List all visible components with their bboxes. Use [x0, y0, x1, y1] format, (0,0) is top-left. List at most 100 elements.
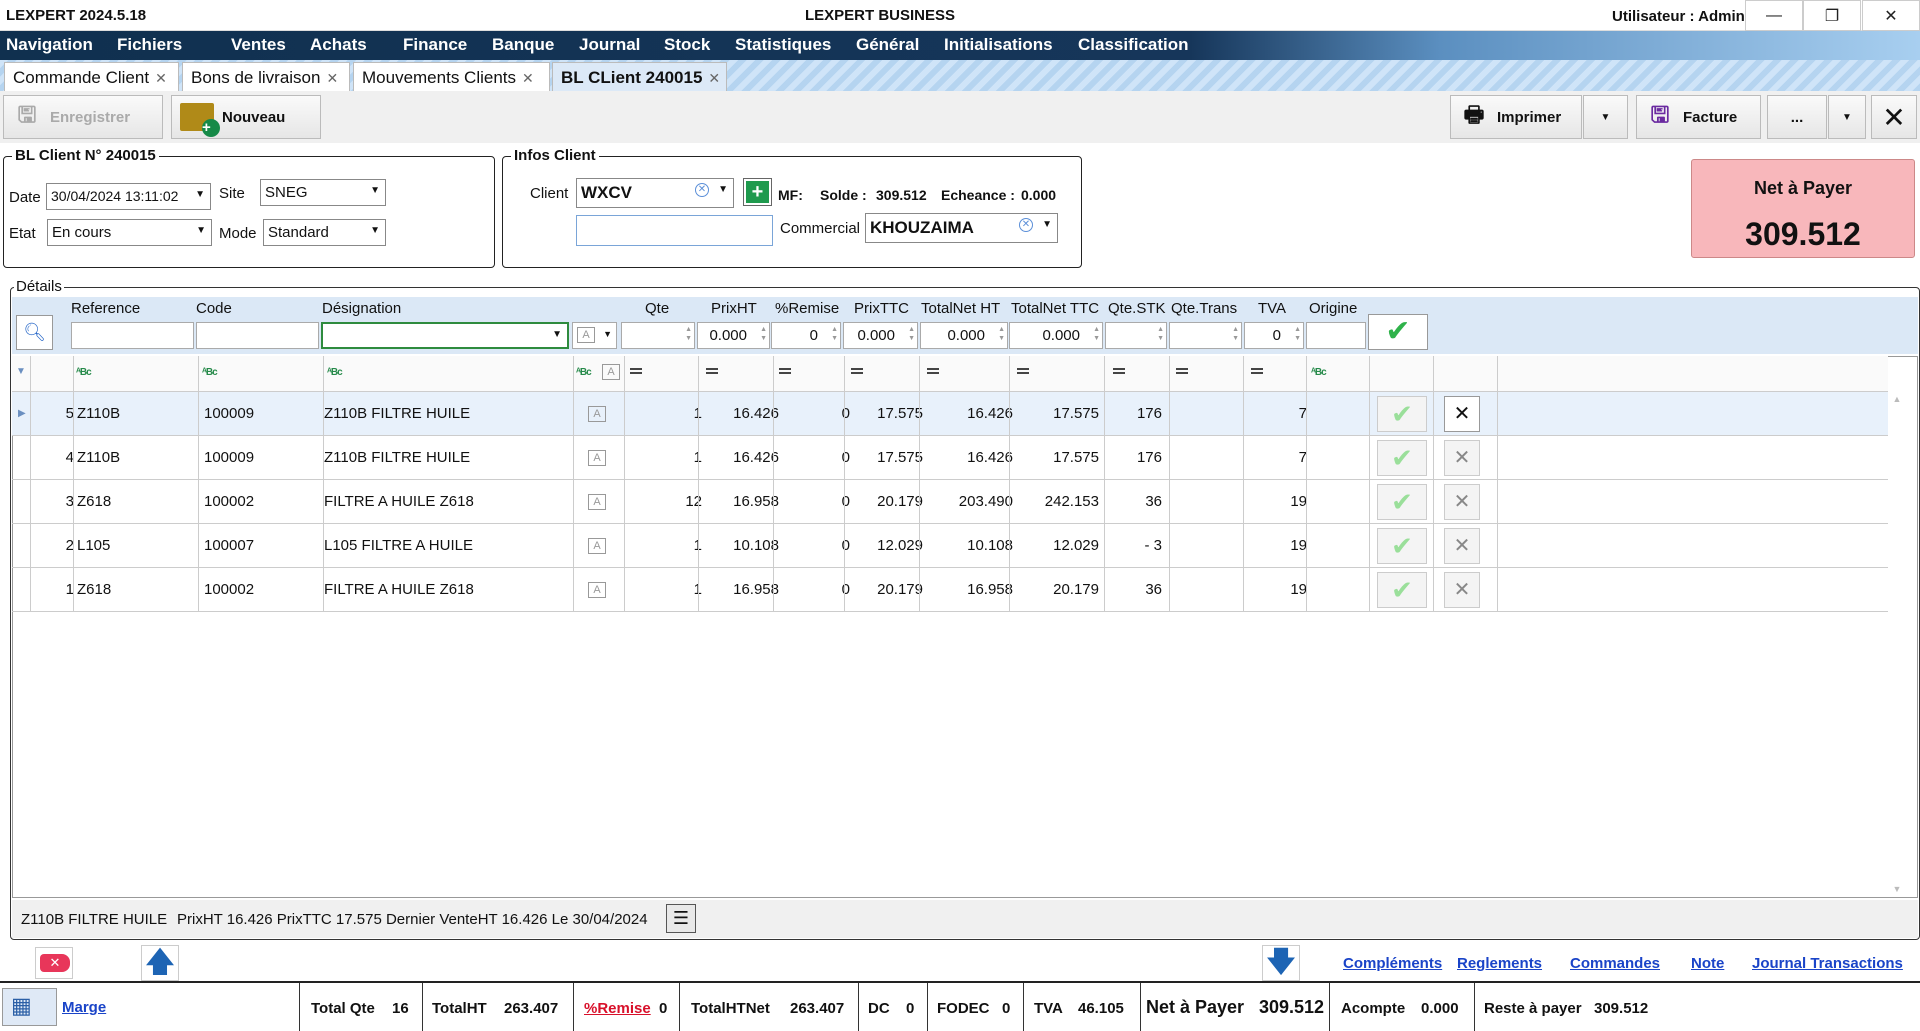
header-prixttc[interactable]: PrixTTC — [854, 300, 909, 317]
validate-line-button[interactable]: ✔ — [1368, 314, 1428, 350]
scroll-down-icon[interactable]: ▼ — [1889, 884, 1905, 894]
menu-stock[interactable]: Stock — [664, 35, 710, 55]
delete-row-button[interactable]: ✕ — [1444, 484, 1480, 520]
header-qte-trans[interactable]: Qte.Trans — [1171, 300, 1237, 317]
table-row[interactable]: 1 Z618 100002 FILTRE A HUILE Z618 A 1 16… — [12, 568, 1888, 612]
spin-icon[interactable]: ▲ ▼ — [831, 325, 838, 343]
close-tab-icon[interactable]: ✕ — [155, 70, 167, 86]
equals-filter-icon[interactable] — [779, 368, 791, 374]
remise-input[interactable]: 0 ▲ ▼ — [771, 322, 841, 349]
menu-statistiques[interactable]: Statistiques — [735, 35, 831, 55]
header-totalnet-ttc[interactable]: TotalNet TTC — [1011, 300, 1099, 317]
menu-ventes[interactable]: Ventes — [231, 35, 286, 55]
origine-input[interactable] — [1306, 322, 1366, 349]
site-select[interactable]: SNEG ▼ — [260, 179, 386, 206]
date-picker[interactable]: 30/04/2024 13:11:02 ▼ — [46, 183, 211, 210]
menu-finance[interactable]: Finance — [403, 35, 467, 55]
table-row[interactable]: 2 L105 100007 L105 FILTRE A HUILE A 1 10… — [12, 524, 1888, 568]
scroll-up-icon[interactable]: ▲ — [1889, 394, 1905, 404]
equals-filter-icon[interactable] — [630, 368, 642, 374]
totalnet-ttc-input[interactable]: 0.000 ▲ ▼ — [1009, 322, 1103, 349]
link-complements[interactable]: Compléments — [1343, 955, 1442, 972]
delete-row-button[interactable]: ✕ — [1444, 396, 1480, 432]
save-button[interactable]: 🖫 Enregistrer — [3, 95, 163, 139]
move-up-button[interactable]: 🡅 — [141, 945, 179, 981]
table-row[interactable]: ▶ 5 Z110B 100009 Z110B FILTRE HUILE A 1 … — [12, 392, 1888, 436]
tab-bons-de-livraison[interactable]: Bons de livraison ✕ — [182, 62, 350, 91]
header-designation[interactable]: Désignation — [322, 300, 401, 317]
close-window-button[interactable]: ✕ — [1862, 0, 1920, 31]
close-tab-icon[interactable]: ✕ — [708, 70, 720, 86]
move-down-button[interactable]: 🡇 — [1262, 945, 1300, 981]
spin-icon[interactable]: ▲ ▼ — [1093, 325, 1100, 343]
equals-filter-icon[interactable] — [1251, 368, 1263, 374]
validate-row-button[interactable]: ✔ — [1377, 440, 1427, 476]
validate-row-button[interactable]: ✔ — [1377, 572, 1427, 608]
menu-fichiers[interactable]: Fichiers — [117, 35, 182, 55]
totalnet-ht-input[interactable]: 0.000 ▲ ▼ — [920, 322, 1008, 349]
designation-input[interactable]: ▼ — [321, 322, 569, 349]
spin-icon[interactable]: ▲ ▼ — [685, 325, 692, 343]
header-qte-stk[interactable]: Qte.STK — [1108, 300, 1166, 317]
vertical-scrollbar[interactable]: ▲ ▼ — [1889, 394, 1905, 894]
header-prixht[interactable]: PrixHT — [711, 300, 757, 317]
close-tab-icon[interactable]: ✕ — [522, 70, 534, 86]
menu-initialisations[interactable]: Initialisations — [944, 35, 1053, 55]
reference-input[interactable] — [71, 322, 194, 349]
list-menu-button[interactable]: ☰ — [666, 904, 696, 933]
more-button[interactable]: ... — [1767, 95, 1827, 139]
invoice-button[interactable]: 🖫 Facture — [1636, 95, 1761, 139]
validate-row-button[interactable]: ✔ — [1377, 528, 1427, 564]
delete-row-button[interactable]: ✕ — [1444, 528, 1480, 564]
add-client-button[interactable]: + — [743, 178, 772, 206]
grid-view-button[interactable]: ▦ — [2, 988, 57, 1026]
link-commandes[interactable]: Commandes — [1570, 955, 1660, 972]
menu-general[interactable]: Général — [856, 35, 919, 55]
spin-icon[interactable]: ▲ ▼ — [1157, 325, 1164, 343]
text-filter-icon[interactable]: ᴬBc — [327, 367, 343, 378]
tab-commande-client[interactable]: Commande Client ✕ — [4, 62, 179, 91]
tab-mouvements-clients[interactable]: Mouvements Clients ✕ — [353, 62, 550, 91]
header-tva[interactable]: TVA — [1258, 300, 1286, 317]
delete-row-button[interactable]: ✕ — [1444, 572, 1480, 608]
spin-icon[interactable]: ▲ ▼ — [1232, 325, 1239, 343]
prixttc-input[interactable]: 0.000 ▲ ▼ — [843, 322, 918, 349]
equals-filter-icon[interactable] — [851, 368, 863, 374]
header-code[interactable]: Code — [196, 300, 232, 317]
prixht-input[interactable]: 0.000 ▲ ▼ — [697, 322, 770, 349]
menu-banque[interactable]: Banque — [492, 35, 554, 55]
menu-navigation[interactable]: Navigation — [6, 35, 93, 55]
client-select[interactable]: WXCV ✕ ▼ — [576, 178, 734, 208]
minimize-button[interactable]: — — [1745, 0, 1803, 31]
qte-trans-input[interactable]: ▲ ▼ — [1169, 322, 1242, 349]
table-row[interactable]: 3 Z618 100002 FILTRE A HUILE Z618 A 12 1… — [12, 480, 1888, 524]
mode-select[interactable]: Standard ▼ — [263, 219, 386, 246]
text-filter-icon[interactable]: ᴬBc — [576, 367, 592, 378]
equals-filter-icon[interactable] — [1176, 368, 1188, 374]
validate-row-button[interactable]: ✔ — [1377, 396, 1427, 432]
search-button[interactable]: 🔍︎ — [16, 315, 53, 350]
header-qte[interactable]: Qte — [645, 300, 669, 317]
tva-input[interactable]: 0 ▲ ▼ — [1244, 322, 1304, 349]
spin-icon[interactable]: ▲ ▼ — [908, 325, 915, 343]
close-document-button[interactable]: ✕ — [1871, 95, 1917, 139]
marge-link[interactable]: Marge — [62, 999, 106, 1016]
text-filter-icon[interactable]: ᴬBc — [202, 367, 218, 378]
header-reference[interactable]: Reference — [71, 300, 140, 317]
header-origine[interactable]: Origine — [1309, 300, 1357, 317]
commercial-select[interactable]: KHOUZAIMA ✕ ▼ — [865, 213, 1058, 243]
print-dropdown[interactable]: ▼ — [1583, 95, 1628, 139]
menu-classification[interactable]: Classification — [1078, 35, 1189, 55]
equals-filter-icon[interactable] — [706, 368, 718, 374]
spin-icon[interactable]: ▲ ▼ — [998, 325, 1005, 343]
clear-icon[interactable]: ✕ — [1019, 218, 1033, 232]
clear-all-button[interactable]: ✕ — [35, 947, 73, 979]
tab-bl-client[interactable]: BL CLient 240015 ✕ — [552, 62, 727, 91]
text-format-select[interactable]: A ▼ — [572, 322, 617, 349]
link-note[interactable]: Note — [1691, 955, 1724, 972]
equals-filter-icon[interactable] — [927, 368, 939, 374]
menu-achats[interactable]: Achats — [310, 35, 367, 55]
restore-button[interactable]: ❐ — [1803, 0, 1861, 31]
qte-input[interactable]: ▲ ▼ — [621, 322, 695, 349]
client-extra-input[interactable] — [576, 215, 773, 246]
